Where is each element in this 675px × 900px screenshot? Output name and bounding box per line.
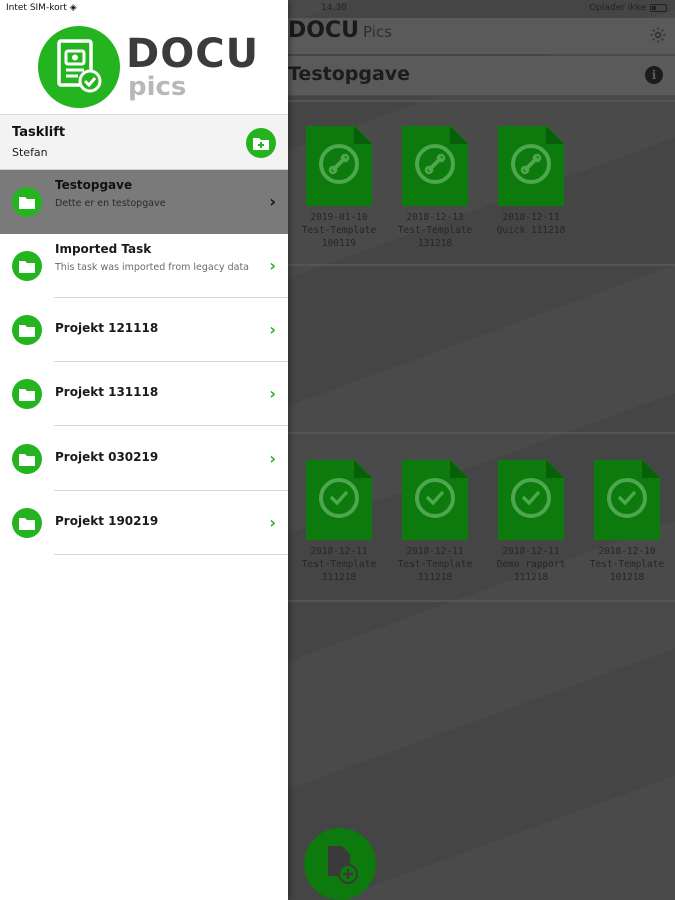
document-date: 2018-12-10 (598, 546, 656, 557)
wrench-icon (511, 144, 551, 184)
folder-icon (12, 444, 42, 474)
chevron-right-icon: › (269, 513, 276, 532)
info-icon[interactable]: i (645, 66, 663, 84)
folder-icon (12, 315, 42, 345)
document-date: 2018-12-11 (406, 546, 464, 557)
document-name: Test-Template (301, 225, 377, 236)
document-tile[interactable]: 2018-12-13 Test-Template 131218 (390, 126, 480, 250)
task-title: Projekt 131118 (55, 385, 159, 399)
task-list-item[interactable]: Projekt 030219 › (0, 427, 288, 491)
document-id: 101218 (609, 572, 645, 583)
divider (54, 425, 288, 426)
check-icon (319, 478, 359, 518)
task-list-item[interactable]: Testopgave Dette er en testopgave › (0, 170, 288, 234)
document-icon (402, 460, 468, 540)
logo-text-docu: DOCU (126, 31, 260, 77)
task-title: Projekt 030219 (55, 450, 159, 464)
tasklist-header: Tasklift Stefan (0, 114, 288, 170)
document-icon (306, 460, 372, 540)
logo-icon (38, 26, 120, 108)
document-tile[interactable]: 2018-12-11 Test-Template 111218 (390, 460, 480, 584)
document-name: Demo rapport (496, 559, 566, 570)
add-task-button[interactable] (246, 128, 276, 158)
document-name: Quick 111218 (496, 225, 566, 236)
wifi-icon: ◈ (69, 3, 77, 13)
tasklist-user: Stefan (12, 146, 48, 159)
task-subtitle: This task was imported from legacy data (55, 262, 249, 273)
folder-icon (12, 379, 42, 409)
divider (54, 554, 288, 555)
document-id: 111218 (513, 572, 549, 583)
chevron-right-icon: › (269, 320, 276, 339)
status-battery: Oplader ikke (589, 3, 667, 13)
document-tile[interactable]: 2018-12-11 Test-Template 111218 (294, 460, 384, 584)
task-title: Projekt 190219 (55, 514, 159, 528)
document-icon (498, 126, 564, 206)
document-date: 2018-12-11 (310, 546, 368, 557)
document-date: 2019-01-10 (310, 212, 368, 223)
document-tile[interactable]: 2018-12-11 Demo rapport 111218 (486, 460, 576, 584)
document-tile[interactable]: 2019-01-10 Test-Template 100119 (294, 126, 384, 250)
chevron-right-icon: › (269, 192, 276, 211)
document-id: 100119 (321, 238, 357, 249)
document-name: Test-Template (397, 225, 473, 236)
side-drawer: Intet SIM-kort ◈ DOCU pics Tasklift Stef… (0, 0, 288, 900)
task-list-item[interactable]: Imported Task This task was imported from… (0, 234, 288, 298)
document-tile[interactable]: 2018-12-11 Quick 111218 (486, 126, 576, 237)
document-icon (402, 126, 468, 206)
task-list-item[interactable]: Projekt 190219 › (0, 491, 288, 555)
tasklist-title: Tasklift (12, 125, 66, 140)
new-document-icon (328, 846, 358, 884)
status-carrier: Intet SIM-kort ◈ (6, 3, 77, 13)
document-date: 2018-12-13 (406, 212, 464, 223)
document-icon (498, 460, 564, 540)
folder-icon (12, 251, 42, 281)
folder-icon (12, 508, 42, 538)
docupics-logo: DOCU pics (38, 26, 258, 108)
check-icon (607, 478, 647, 518)
page-title: Testopgave (288, 63, 411, 85)
status-time: 14.30 (321, 3, 347, 13)
check-icon (511, 478, 551, 518)
add-folder-icon (253, 138, 269, 150)
document-icon (306, 126, 372, 206)
task-title: Testopgave (55, 178, 133, 192)
logo-text-pics: pics (128, 72, 187, 102)
document-name: Test-Template (301, 559, 377, 570)
task-list-item[interactable]: Projekt 121118 › (0, 298, 288, 362)
chevron-right-icon: › (269, 449, 276, 468)
document-date: 2018-12-11 (502, 546, 560, 557)
main-logo: DOCU Pics (288, 18, 392, 43)
document-tile[interactable]: 2018-12-10 Test-Template 101218 (582, 460, 672, 584)
folder-icon (12, 187, 42, 217)
chevron-right-icon: › (269, 384, 276, 403)
document-id: 111218 (417, 572, 453, 583)
document-name: Test-Template (589, 559, 665, 570)
add-document-button[interactable] (304, 828, 376, 900)
battery-icon (650, 3, 667, 12)
gear-icon[interactable] (649, 26, 667, 44)
document-id: 131218 (417, 238, 453, 249)
wrench-icon (415, 144, 455, 184)
task-title: Projekt 121118 (55, 321, 159, 335)
check-icon (415, 478, 455, 518)
document-id: 111218 (321, 572, 357, 583)
task-title: Imported Task (55, 242, 152, 256)
document-icon (594, 460, 660, 540)
task-subtitle: Dette er en testopgave (55, 198, 166, 209)
document-date: 2018-12-11 (502, 212, 560, 223)
chevron-right-icon: › (269, 256, 276, 275)
wrench-icon (319, 144, 359, 184)
task-list-item[interactable]: Projekt 131118 › (0, 362, 288, 426)
document-name: Test-Template (397, 559, 473, 570)
